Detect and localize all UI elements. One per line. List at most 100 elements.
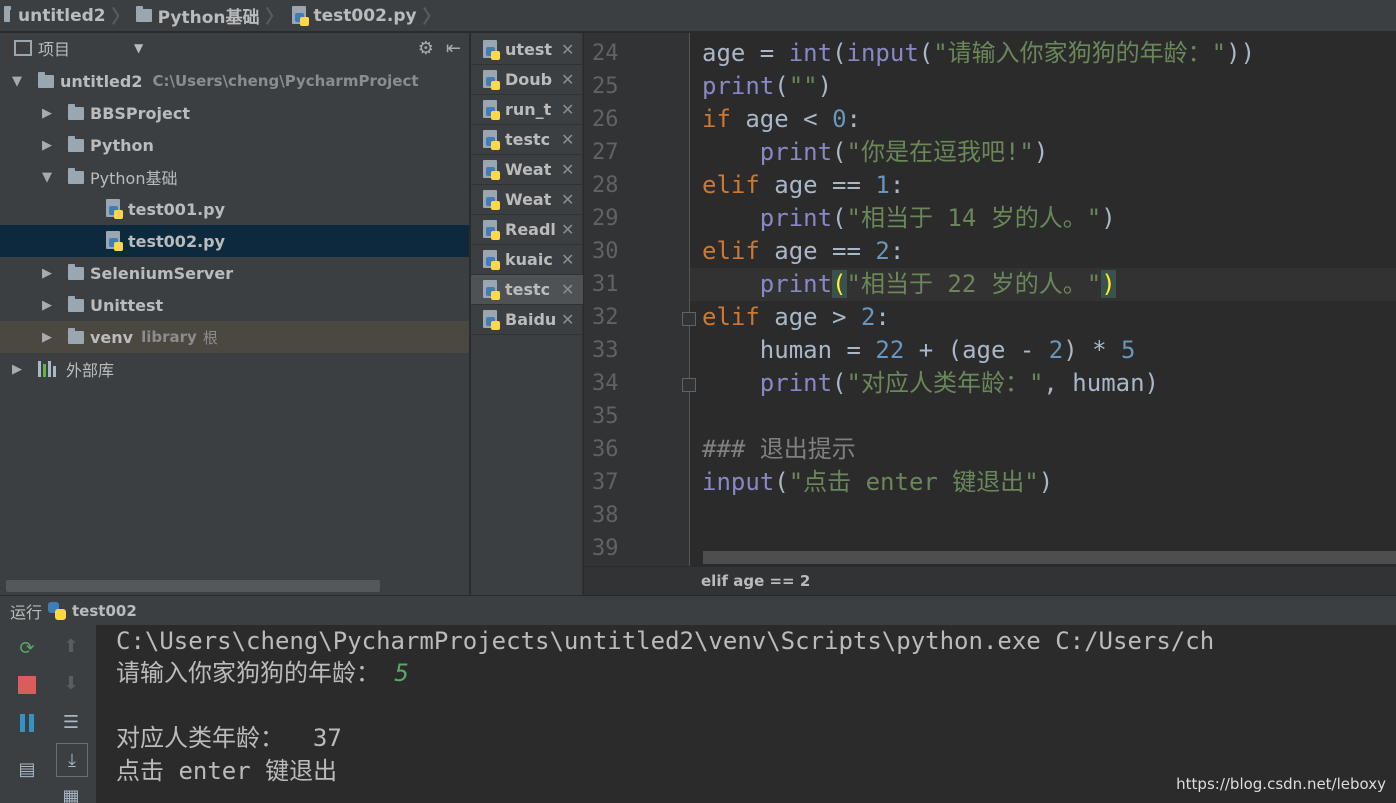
code-line-24[interactable]: age = int(input("请输入你家狗狗的年龄：")) <box>702 37 1255 70</box>
folder-icon <box>68 103 84 120</box>
close-icon[interactable]: ✕ <box>561 190 574 209</box>
fold-marker-icon[interactable] <box>682 378 696 392</box>
code-line-28[interactable]: elif age == 1: <box>702 169 904 202</box>
code-line-27[interactable]: print("你是在逗我吧!") <box>702 136 1049 169</box>
breadcrumb-file[interactable]: test002.py <box>286 0 421 31</box>
soft-wrap-icon[interactable]: ☰ <box>58 709 84 735</box>
rerun-icon[interactable]: ⟳ <box>14 635 40 661</box>
close-icon[interactable]: ✕ <box>561 310 574 329</box>
tree-item-unittest[interactable]: ▶ Unittest <box>0 289 469 321</box>
tree-item-root[interactable]: ▼ untitled2 C:\Users\cheng\PycharmProjec… <box>0 65 469 97</box>
close-icon[interactable]: ✕ <box>561 220 574 239</box>
line-number: 25 <box>592 74 619 99</box>
code-line-30[interactable]: elif age == 2: <box>702 235 904 268</box>
close-icon[interactable]: ✕ <box>561 40 574 59</box>
code-line-29[interactable]: print("相当于 14 岁的人。") <box>702 202 1116 235</box>
folder-icon <box>68 327 84 344</box>
collapsed-arrow-icon[interactable]: ▶ <box>10 362 24 377</box>
tree-item-python-basics[interactable]: ▼ Python基础 <box>0 161 469 193</box>
python-icon <box>48 601 67 620</box>
collapsed-arrow-icon[interactable]: ▶ <box>40 266 54 281</box>
collapsed-arrow-icon[interactable]: ▶ <box>40 138 54 153</box>
navigation-bar: untitled2 〉 Python基础 〉 test002.py 〉 <box>0 0 1396 32</box>
project-icon <box>14 40 32 56</box>
line-number: 35 <box>592 404 619 429</box>
tree-item-python[interactable]: ▶ Python <box>0 129 469 161</box>
gear-icon[interactable]: ⚙ <box>418 38 434 59</box>
collapse-panel-icon[interactable]: ⇤ <box>446 38 461 59</box>
tab-weat-1[interactable]: Weat ✕ <box>471 155 583 185</box>
run-console[interactable]: C:\Users\cheng\PycharmProjects\untitled2… <box>96 625 1396 803</box>
run-config-tab[interactable]: test002 <box>72 602 137 620</box>
breadcrumb-folder[interactable]: Python基础 <box>132 0 264 31</box>
collapsed-arrow-icon[interactable]: ▶ <box>40 106 54 121</box>
chevron-right-icon: 〉 <box>265 6 284 28</box>
tab-baidu[interactable]: Baidu ✕ <box>471 305 583 335</box>
tab-test[interactable]: testc ✕ <box>471 125 583 155</box>
tree-item-label: Python基础 <box>90 169 178 188</box>
expanded-arrow-icon[interactable]: ▼ <box>10 74 24 89</box>
close-icon[interactable]: ✕ <box>561 70 574 89</box>
fold-marker-icon[interactable] <box>682 312 696 326</box>
close-icon[interactable]: ✕ <box>561 280 574 299</box>
arrow-down-icon[interactable]: ⬇ <box>58 670 84 696</box>
code-line-25[interactable]: print("") <box>702 70 832 103</box>
breadcrumb-label: Python基础 <box>157 8 260 28</box>
tab-run[interactable]: run_t ✕ <box>471 95 583 125</box>
tree-item-label: test001.py <box>128 199 226 219</box>
watermark: https://blog.csdn.net/leboxy <box>1176 775 1386 793</box>
tab-label: Weat <box>505 190 552 209</box>
code-line-31[interactable]: print("相当于 22 岁的人。") <box>702 268 1116 301</box>
editor-context-breadcrumb[interactable]: elif age == 2 <box>584 566 1396 595</box>
tab-utest[interactable]: utest ✕ <box>471 35 583 65</box>
pause-button[interactable] <box>14 710 40 736</box>
tree-item-bbsproject[interactable]: ▶ BBSProject <box>0 97 469 129</box>
tree-item-external-libraries[interactable]: ▶ 外部库 <box>0 353 469 385</box>
tree-item-tag: library <box>141 328 197 346</box>
close-icon[interactable]: ✕ <box>561 130 574 149</box>
close-icon[interactable]: ✕ <box>561 250 574 269</box>
expanded-arrow-icon[interactable]: ▼ <box>40 170 54 185</box>
layout-icon[interactable]: ▤ <box>14 756 40 782</box>
chevron-down-icon[interactable]: ▼ <box>134 41 143 55</box>
collapsed-arrow-icon[interactable]: ▶ <box>40 298 54 313</box>
tab-kuai[interactable]: kuaic ✕ <box>471 245 583 275</box>
close-icon[interactable]: ✕ <box>561 160 574 179</box>
close-icon[interactable]: ✕ <box>561 100 574 119</box>
tree-item-venv[interactable]: ▶ venv library 根 <box>0 321 469 353</box>
code-line-32[interactable]: elif age > 2: <box>702 301 890 334</box>
folder-icon <box>38 71 54 88</box>
project-horizontal-scrollbar[interactable] <box>6 580 380 592</box>
tab-doub[interactable]: Doub ✕ <box>471 65 583 95</box>
editor-horizontal-scrollbar[interactable] <box>703 551 1396 564</box>
code-line-33[interactable]: human = 22 + (age - 2) * 5 <box>702 334 1136 367</box>
python-file-icon <box>481 309 501 330</box>
print-icon[interactable]: ▦ <box>58 783 84 803</box>
code-line-34[interactable]: print("对应人类年龄：", human) <box>702 367 1159 400</box>
code-line-26[interactable]: if age < 0: <box>702 103 861 136</box>
stop-button[interactable] <box>14 672 40 698</box>
scroll-to-end-icon[interactable]: ⤓ <box>56 743 88 777</box>
tree-item-seleniumserver[interactable]: ▶ SeleniumServer <box>0 257 469 289</box>
line-number-gutter: 24 25 26 27 28 29 30 31 32 33 34 35 36 3… <box>584 33 690 566</box>
code-line-37[interactable]: input("点击 enter 键退出") <box>702 466 1053 499</box>
tab-test002-active[interactable]: testc ✕ <box>471 275 583 305</box>
run-toolbar: ⟳ ⬆ ⬇ ☰ ▤ ⤓ ▦ <box>0 625 96 803</box>
tab-label: Weat <box>505 160 552 179</box>
tab-label: Readl <box>505 220 555 239</box>
code-line-36[interactable]: ### 退出提示 <box>702 433 856 466</box>
python-file-icon <box>481 189 501 210</box>
tab-read[interactable]: Readl ✕ <box>471 215 583 245</box>
arrow-up-icon[interactable]: ⬆ <box>58 633 84 659</box>
tab-weat-2[interactable]: Weat ✕ <box>471 185 583 215</box>
code-editor[interactable]: 24 25 26 27 28 29 30 31 32 33 34 35 36 3… <box>584 33 1396 566</box>
breadcrumb-project[interactable]: untitled2 <box>0 0 110 31</box>
python-file-icon <box>290 5 310 26</box>
project-panel-title[interactable]: 项目 <box>38 36 70 60</box>
folder-icon <box>4 6 11 22</box>
tree-item-test001[interactable]: test001.py <box>0 193 469 225</box>
line-number: 24 <box>592 41 619 66</box>
collapsed-arrow-icon[interactable]: ▶ <box>40 330 54 345</box>
line-number: 32 <box>592 305 619 330</box>
tree-item-test002[interactable]: test002.py <box>0 225 469 257</box>
